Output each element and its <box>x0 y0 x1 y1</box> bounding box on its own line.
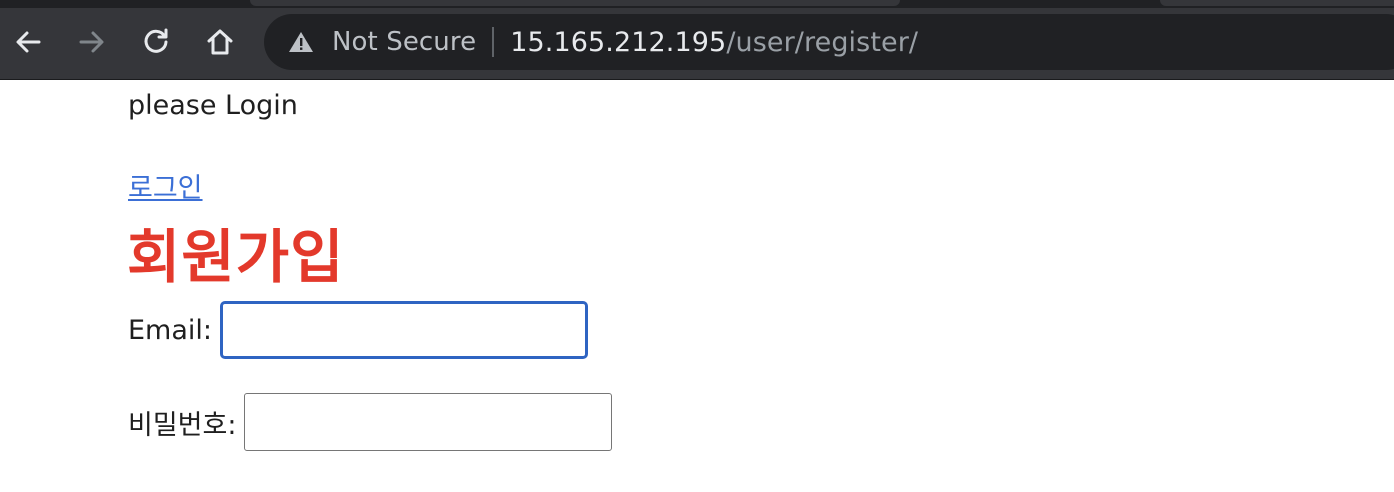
password-label: 비밀번호: <box>128 409 237 441</box>
back-button[interactable] <box>12 26 44 58</box>
address-divider <box>492 27 495 57</box>
reload-icon <box>144 28 168 53</box>
forward-button[interactable] <box>76 26 108 58</box>
reload-button[interactable] <box>140 26 172 58</box>
password-row: 비밀번호: <box>128 393 613 451</box>
arrow-right-icon <box>79 31 104 53</box>
tab-edge <box>1160 0 1394 6</box>
email-label: Email: <box>128 314 213 346</box>
login-message: please Login <box>128 90 298 121</box>
browser-toolbar: Not Secure 15.165.212.195/user/register/ <box>0 0 1394 80</box>
password-field[interactable] <box>244 393 613 451</box>
login-link[interactable]: 로그인 <box>128 166 203 205</box>
home-button[interactable] <box>204 26 236 58</box>
tab-edge <box>250 0 900 6</box>
email-row: Email: <box>128 301 589 359</box>
page-title: 회원가입 <box>127 223 345 291</box>
arrow-left-icon <box>16 31 41 53</box>
url-path[interactable]: /user/register/ <box>726 27 918 58</box>
warning-triangle-icon[interactable] <box>286 28 316 56</box>
url-host[interactable]: 15.165.212.195 <box>510 27 726 58</box>
home-icon <box>207 29 233 55</box>
tab-strip <box>0 0 1394 8</box>
page-content: please Login 로그인 회원가입 Email: 비밀번호: <box>0 80 1394 492</box>
address-bar[interactable]: Not Secure 15.165.212.195/user/register/ <box>264 14 1394 70</box>
security-status-label[interactable]: Not Secure <box>332 27 476 57</box>
email-field[interactable] <box>220 301 589 359</box>
